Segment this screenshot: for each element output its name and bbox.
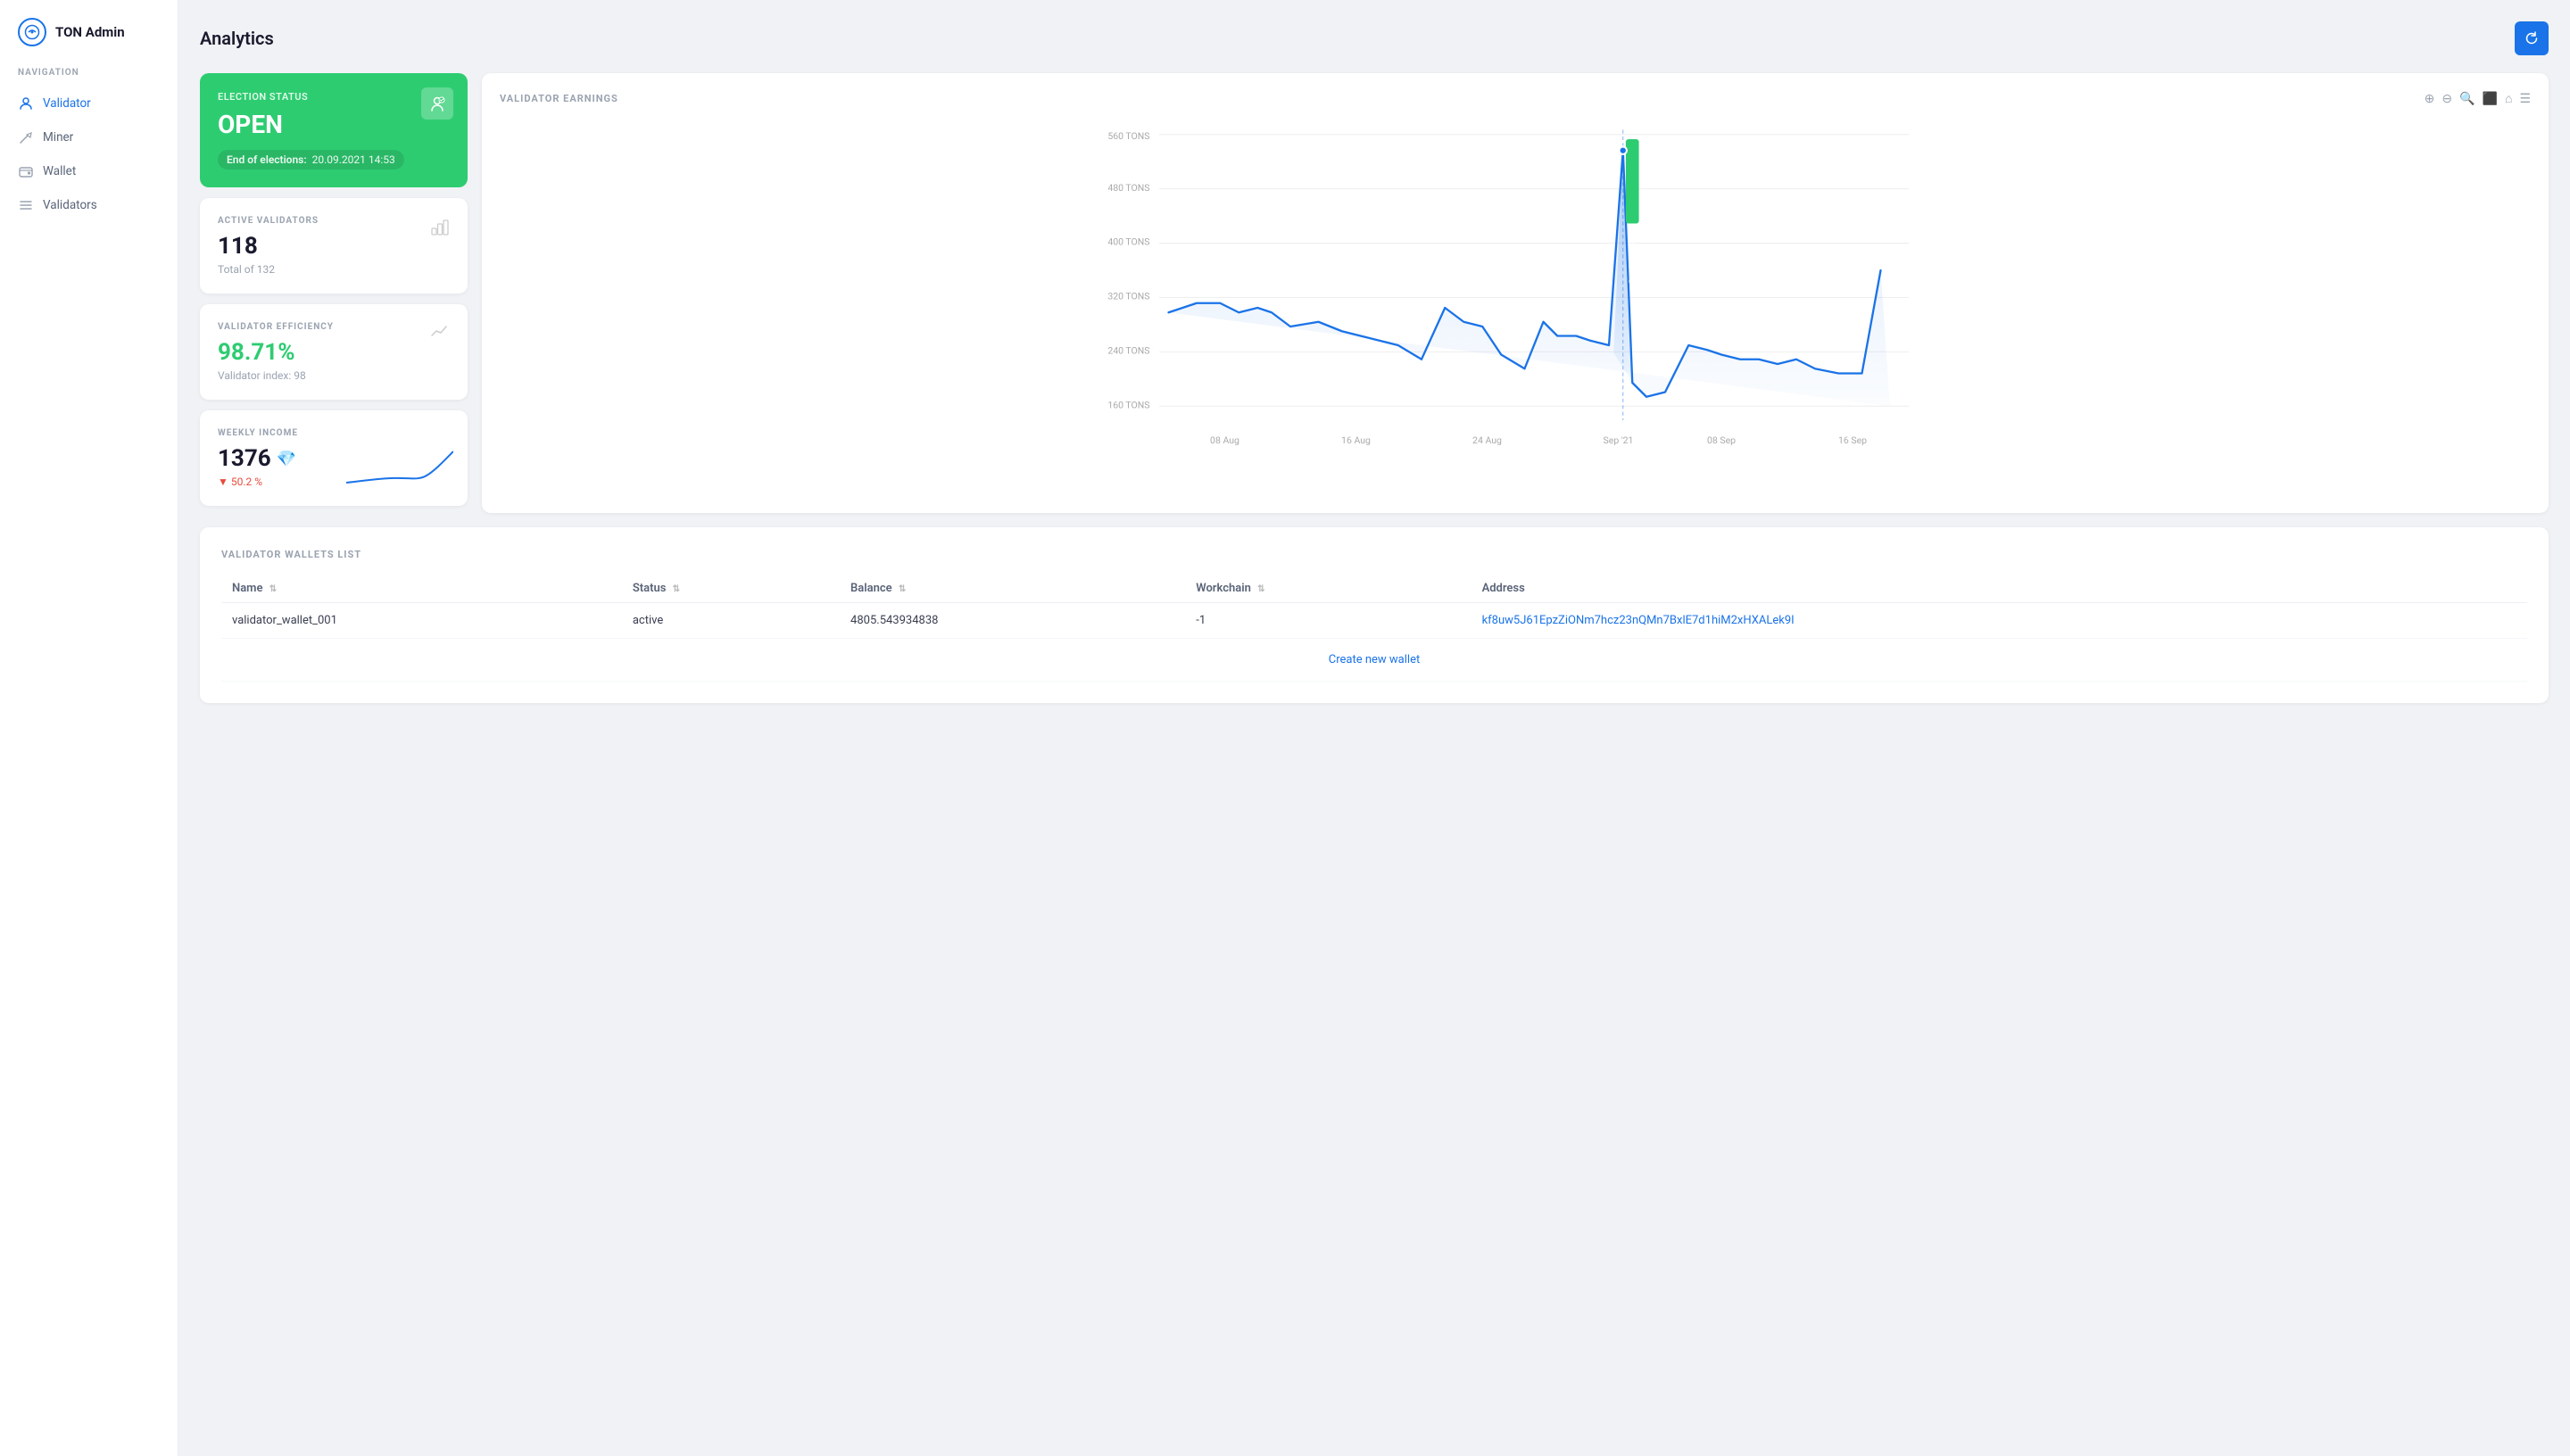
sort-status-icon: ⇅ [673,584,680,594]
row-balance: 4805.543934838 [840,603,1185,639]
page-header: Analytics [200,21,2549,55]
svg-text:320 TONS: 320 TONS [1107,291,1149,302]
efficiency-card: VALIDATOR EFFICIENCY 98.71% Validator in… [200,304,468,400]
app-name: TON Admin [55,24,125,40]
menu-icon[interactable]: ☰ [2519,92,2531,106]
active-validators-card: ACTIVE VALIDATORS 118 Total of 132 [200,198,468,294]
election-end-time: 20.09.2021 14:53 [312,153,395,166]
create-wallet-link[interactable]: Create new wallet [1329,653,1420,666]
election-status: OPEN [218,110,450,139]
row-status: active [622,603,840,639]
active-validators-value: 118 [218,233,450,260]
sidebar-item-validator-label: Validator [43,96,91,111]
sort-workchain-icon: ⇅ [1257,584,1264,594]
sort-name-icon: ⇅ [269,584,277,594]
logo-area: TON Admin [0,18,178,68]
efficiency-label: VALIDATOR EFFICIENCY [218,322,450,332]
create-wallet-row: Create new wallet [221,639,2527,682]
sidebar-item-miner[interactable]: Miner [0,120,178,154]
sidebar-item-wallet-label: Wallet [43,164,76,178]
weekly-income-change-value: ▼ 50.2 % [218,476,262,488]
trend-icon [430,322,450,347]
chart-header: VALIDATOR EARNINGS ⊕ ⊖ 🔍 ⬛ ⌂ ☰ [500,91,2531,106]
left-cards: Election status OPEN End of elections: 2… [200,73,468,513]
search-icon[interactable]: 🔍 [2459,92,2475,106]
sidebar: TON Admin NAVIGATION Validator Miner [0,0,178,1456]
pick-icon [18,129,34,145]
active-validators-label: ACTIVE VALIDATORS [218,216,450,226]
top-row: Election status OPEN End of elections: 2… [200,73,2549,513]
svg-text:16 Aug: 16 Aug [1341,434,1371,446]
earnings-chart: 560 TONS 480 TONS 400 TONS 320 TONS 240 … [500,120,2531,495]
table-body: validator_wallet_001 active 4805.5439348… [221,603,2527,682]
chart-title: VALIDATOR EARNINGS [500,93,618,104]
chart-controls: ⊕ ⊖ 🔍 ⬛ ⌂ ☰ [2425,91,2531,106]
table-row: validator_wallet_001 active 4805.5439348… [221,603,2527,639]
election-label: Election status [218,91,450,103]
logo-icon [18,18,46,46]
svg-text:160 TONS: 160 TONS [1107,399,1149,410]
create-wallet-cell: Create new wallet [221,639,2527,682]
svg-text:08 Aug: 08 Aug [1210,434,1239,446]
weekly-income-label: Weekly income [218,428,450,438]
svg-text:08 Sep: 08 Sep [1707,434,1736,446]
efficiency-value: 98.71% [218,339,450,366]
weekly-income-value: 1376 [218,445,271,472]
zoom-out-icon[interactable]: ⊖ [2442,92,2452,106]
active-validators-sub: Total of 132 [218,263,450,276]
sidebar-item-wallet[interactable]: Wallet [0,154,178,188]
validators-table: Name ⇅ Status ⇅ Balance ⇅ Workchain ⇅ [221,575,2527,682]
col-balance[interactable]: Balance ⇅ [840,575,1185,603]
col-name[interactable]: Name ⇅ [221,575,622,603]
list-icon [18,197,34,213]
sidebar-item-validators[interactable]: Validators [0,188,178,222]
svg-text:400 TONS: 400 TONS [1107,236,1149,248]
table-section: VALIDATOR WALLETS LIST Name ⇅ Status ⇅ B… [200,527,2549,703]
page-title: Analytics [200,28,274,49]
svg-text:24 Aug: 24 Aug [1472,434,1502,446]
nav-label: NAVIGATION [0,68,178,87]
svg-text:560 TONS: 560 TONS [1107,130,1149,142]
efficiency-sub: Validator index: 98 [218,369,450,382]
row-name: validator_wallet_001 [221,603,622,639]
zoom-in-icon[interactable]: ⊕ [2425,92,2435,106]
svg-text:Returned 2 stakes: Returned 2 stakes [1628,224,1637,284]
main-content: Analytics Election stat [178,0,2570,1456]
chart-card: VALIDATOR EARNINGS ⊕ ⊖ 🔍 ⬛ ⌂ ☰ 560 TONS … [482,73,2549,513]
refresh-button[interactable] [2515,21,2549,55]
sort-balance-icon: ⇅ [899,584,906,594]
address-link[interactable]: kf8uw5J61EpzZiONm7hcz23nQMn7BxlE7d1hiM2x… [1482,614,1795,627]
election-icon-button[interactable] [421,87,453,120]
download-icon[interactable]: ⬛ [2483,92,2498,106]
active-validators-icon [430,216,450,241]
col-address: Address [1472,575,2527,603]
election-end-label: End of elections: [227,153,307,166]
home-icon[interactable]: ⌂ [2505,91,2512,106]
chart-container: 560 TONS 480 TONS 400 TONS 320 TONS 240 … [500,120,2531,495]
weekly-income-card: Weekly income 1376 💎 ▼ 50.2 % [200,410,468,506]
sidebar-item-validator[interactable]: Validator [0,87,178,120]
table-head: Name ⇅ Status ⇅ Balance ⇅ Workchain ⇅ [221,575,2527,603]
diamond-icon: 💎 [277,450,296,468]
row-workchain: -1 [1185,603,1471,639]
col-status[interactable]: Status ⇅ [622,575,840,603]
sidebar-item-validators-label: Validators [43,198,97,212]
svg-text:240 TONS: 240 TONS [1107,344,1149,356]
election-card: Election status OPEN End of elections: 2… [200,73,468,187]
election-end-row: End of elections: 20.09.2021 14:53 [218,150,404,170]
weekly-sparkline [346,447,453,492]
svg-text:480 TONS: 480 TONS [1107,182,1149,194]
svg-text:Sep '21: Sep '21 [1604,434,1634,446]
svg-text:16 Sep: 16 Sep [1838,434,1867,446]
table-section-title: VALIDATOR WALLETS LIST [221,549,2527,560]
person-icon [18,95,34,112]
wallet-icon [18,163,34,179]
sidebar-item-miner-label: Miner [43,130,73,145]
col-workchain[interactable]: Workchain ⇅ [1185,575,1471,603]
row-address: kf8uw5J61EpzZiONm7hcz23nQMn7BxlE7d1hiM2x… [1472,603,2527,639]
